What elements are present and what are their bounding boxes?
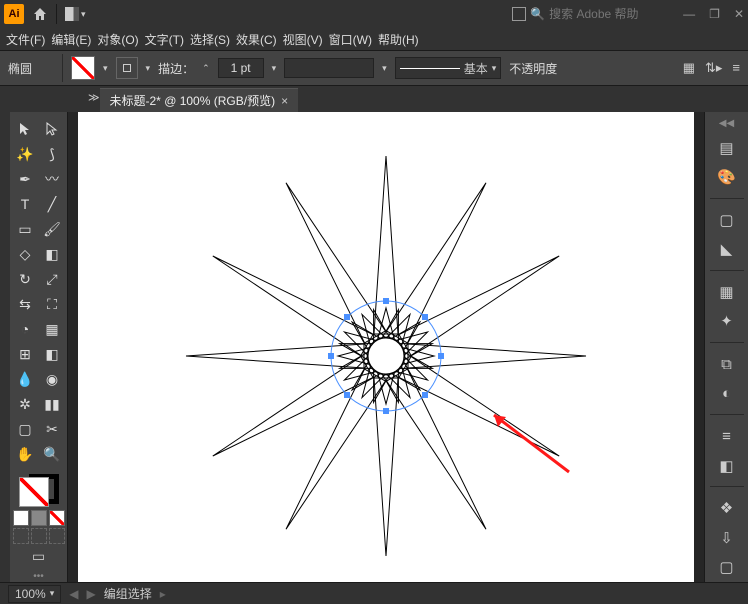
menu-select[interactable]: 选择(S)	[190, 31, 230, 48]
document-tab-title: 未标题-2* @ 100% (RGB/预览)	[110, 92, 276, 109]
magic-wand-tool[interactable]: ✨	[13, 143, 37, 165]
menu-edit[interactable]: 编辑(E)	[51, 31, 91, 48]
brush-definition[interactable]: 基本▾	[395, 57, 502, 79]
selection-tool[interactable]	[13, 118, 37, 140]
align-panel-icon[interactable]: ▦	[683, 60, 695, 76]
menu-object[interactable]: 对象(O)	[97, 31, 138, 48]
color-mode-none[interactable]	[49, 510, 65, 526]
shape-builder-tool[interactable]: ◔	[13, 318, 37, 340]
document-tab[interactable]: 未标题-2* @ 100% (RGB/预览) ×	[100, 88, 299, 112]
rectangle-tool[interactable]: ▭	[13, 218, 37, 240]
selection-type-label: 椭圆	[8, 60, 54, 77]
stroke-label: 描边：	[158, 60, 194, 77]
graphic-styles-panel-icon[interactable]: ◧	[713, 453, 741, 479]
window-restore-button[interactable]: ❐	[709, 7, 720, 21]
tools-panel: ✨ ⟆ ✒ 〰 T ╱ ▭ 🖌 ◇ ◧ ↻ ⤢ ⇆ ⛶ ◔ ▦ ⊞ ◧ 💧 ◉ …	[10, 112, 68, 582]
right-panel-dock: ◀◀ ▤ 🎨 ▢ ◣ ▦ ✦ ⧉ ◐ ≡ ◧ ❖ ⇩ ▢	[704, 112, 748, 582]
libraries-panel-icon[interactable]: ▢	[713, 207, 741, 233]
artboard-tool[interactable]: ▢	[13, 418, 37, 440]
stroke-weight-field[interactable]: 1 pt	[218, 58, 264, 78]
search-input[interactable]	[549, 7, 669, 21]
preferences-icon[interactable]: ≡	[732, 60, 740, 76]
stroke-swatch[interactable]	[116, 57, 138, 79]
artboard[interactable]	[78, 112, 694, 582]
star-artwork[interactable]	[171, 141, 601, 571]
properties-panel-icon[interactable]: ▤	[713, 135, 741, 161]
variable-width-profile[interactable]	[284, 58, 374, 78]
fill-stroke-indicator[interactable]	[17, 475, 61, 506]
zoom-tool[interactable]: 🔍	[40, 443, 64, 465]
menu-file[interactable]: 文件(F)	[6, 31, 45, 48]
screen-mode-button[interactable]: ▭	[32, 548, 45, 565]
draw-behind[interactable]	[31, 528, 47, 544]
canvas-area[interactable]	[68, 112, 704, 582]
eraser-tool[interactable]: ◧	[40, 243, 64, 265]
paintbrush-tool[interactable]: 🖌	[40, 218, 64, 240]
blend-tool[interactable]: ◉	[40, 368, 64, 390]
zoom-level-field[interactable]: 100% ▾	[8, 585, 61, 603]
transparency-panel-icon[interactable]: ◐	[713, 381, 741, 407]
gradient-tool[interactable]: ◧	[40, 343, 64, 365]
line-segment-tool[interactable]: ╱	[40, 193, 64, 215]
search-icon: 🔍	[530, 7, 545, 21]
swatches-panel-icon[interactable]: ◣	[713, 237, 741, 263]
lasso-tool[interactable]: ⟆	[40, 143, 64, 165]
free-transform-tool[interactable]: ⛶	[40, 293, 64, 315]
tab-close-button[interactable]: ×	[281, 94, 288, 108]
opacity-label[interactable]: 不透明度	[509, 60, 557, 77]
app-logo: Ai	[4, 4, 24, 24]
layers-panel-icon[interactable]: ❖	[713, 495, 741, 521]
menu-effect[interactable]: 效果(C)	[236, 31, 277, 48]
mesh-tool[interactable]: ⊞	[13, 343, 37, 365]
tab-expand-left[interactable]: ≫	[80, 91, 100, 104]
color-mode-gradient[interactable]	[31, 510, 47, 526]
arrange-documents-icon[interactable]	[512, 7, 526, 21]
pen-tool[interactable]: ✒	[13, 168, 37, 190]
window-close-button[interactable]: ✕	[734, 7, 744, 21]
draw-normal[interactable]	[13, 528, 29, 544]
color-mode-solid[interactable]	[13, 510, 29, 526]
appearance-panel-icon[interactable]: ≡	[713, 423, 741, 449]
symbols-panel-icon[interactable]: ✦	[713, 309, 741, 335]
status-bar: 100% ▾ ◀ ▶ 编组选择 ▸	[0, 582, 748, 604]
menu-window[interactable]: 窗口(W)	[329, 31, 372, 48]
window-minimize-button[interactable]: —	[683, 7, 695, 21]
workspace-switcher[interactable]: ▾	[65, 7, 86, 21]
menu-view[interactable]: 视图(V)	[283, 31, 323, 48]
perspective-grid-tool[interactable]: ▦	[40, 318, 64, 340]
shaper-tool[interactable]: ◇	[13, 243, 37, 265]
edit-toolbar-button[interactable]: •••	[33, 571, 44, 582]
rotate-tool[interactable]: ↻	[13, 268, 37, 290]
eyedropper-tool[interactable]: 💧	[13, 368, 37, 390]
status-text: 编组选择	[104, 585, 152, 602]
symbol-sprayer-tool[interactable]: ✲	[13, 393, 37, 415]
annotation-arrow	[484, 407, 574, 477]
scale-tool[interactable]: ⤢	[40, 268, 64, 290]
menu-type[interactable]: 文字(T)	[145, 31, 184, 48]
transform-panel-icon[interactable]: ⇅▸	[705, 60, 722, 76]
control-bar: 椭圆 ▾ ▾ 描边： ⌃ 1 pt▾ ▾ 基本▾ 不透明度 ▦ ⇅▸ ≡	[0, 50, 748, 86]
curvature-tool[interactable]: 〰	[40, 168, 64, 190]
width-tool[interactable]: ⇆	[13, 293, 37, 315]
draw-inside[interactable]	[49, 528, 65, 544]
asset-export-panel-icon[interactable]: ⇩	[713, 525, 741, 551]
direct-selection-tool[interactable]	[40, 118, 64, 140]
slice-tool[interactable]: ✂	[40, 418, 64, 440]
fill-swatch[interactable]	[71, 56, 95, 80]
stroke-panel-icon[interactable]: ⧉	[713, 351, 741, 377]
column-graph-tool[interactable]: ▮▮	[40, 393, 64, 415]
color-panel-icon[interactable]: 🎨	[713, 165, 741, 191]
menu-help[interactable]: 帮助(H)	[378, 31, 419, 48]
type-tool[interactable]: T	[13, 193, 37, 215]
home-icon[interactable]	[32, 6, 48, 22]
dock-expand-button[interactable]: ◀◀	[719, 118, 734, 129]
menu-bar: 文件(F) 编辑(E) 对象(O) 文字(T) 选择(S) 效果(C) 视图(V…	[0, 28, 748, 50]
hand-tool[interactable]: ✋	[13, 443, 37, 465]
artboards-panel-icon[interactable]: ▢	[713, 554, 741, 580]
brushes-panel-icon[interactable]: ▦	[713, 279, 741, 305]
